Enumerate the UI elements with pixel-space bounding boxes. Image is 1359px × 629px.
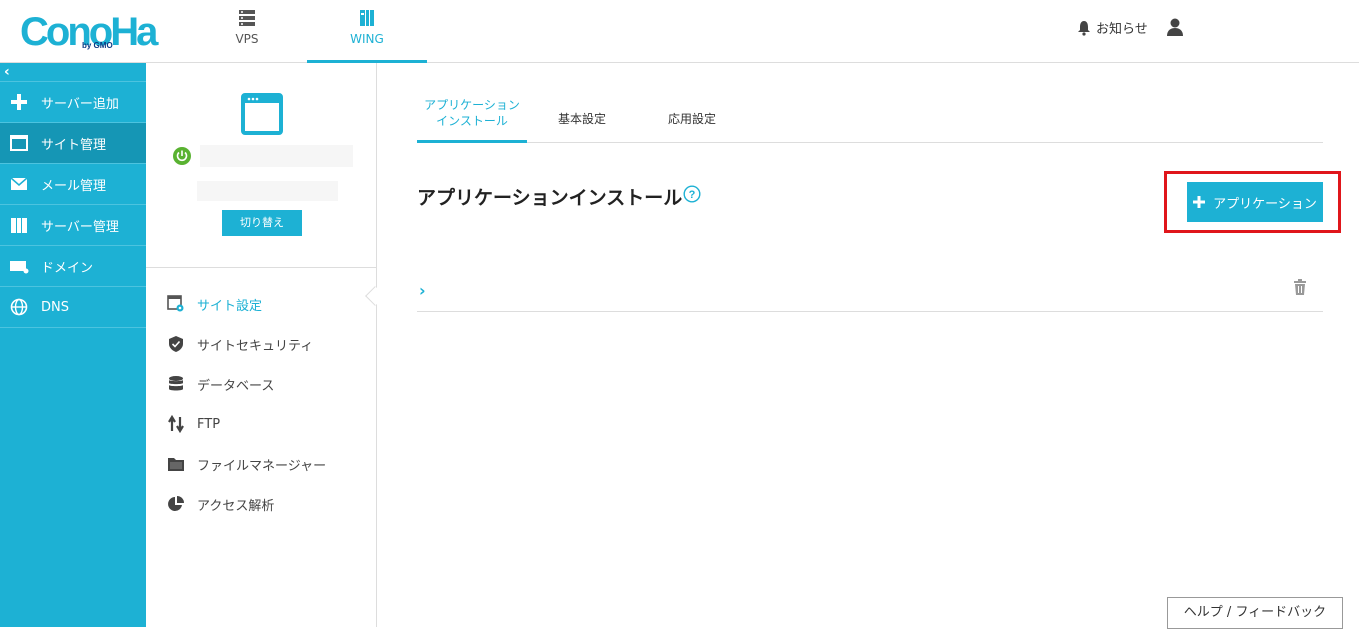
notice-link[interactable]: お知らせ (1076, 18, 1148, 37)
nav-item-site-management[interactable]: サイト管理 (0, 123, 146, 164)
nav-item-domain[interactable]: ドメイン (0, 246, 146, 287)
notice-label: お知らせ (1096, 22, 1148, 37)
wing-icon (360, 10, 374, 26)
tab-label-line1: アプリケーション (424, 98, 520, 112)
help-icon[interactable]: ? (683, 185, 701, 203)
subnav-label: サイト設定 (197, 298, 263, 314)
site-name-field (200, 145, 353, 167)
nav-item-mail-management[interactable]: メール管理 (0, 164, 146, 205)
tab-label-line2: インストール (436, 114, 508, 128)
subnav-label: サイトセキュリティ (197, 338, 314, 354)
database-icon (169, 376, 183, 391)
nav-item-server-management[interactable]: サーバー管理 (0, 205, 146, 246)
site-domain-field (197, 181, 338, 201)
subnav-access-analytics[interactable]: アクセス解析 (146, 484, 376, 524)
pie-chart-icon (168, 496, 184, 511)
tab-label-line1: 基本設定 (557, 112, 606, 126)
tab-basic-settings[interactable]: 基本設定 (537, 91, 627, 143)
subnav-site-security[interactable]: サイトセキュリティ (146, 324, 376, 364)
site-column: 切り替え サイト設定 サイトセキュリティ データベース FTP ファイルマネージ… (146, 63, 385, 627)
plus-icon (11, 94, 27, 110)
content-tabs: アプリケーション インストール 基本設定 応用設定 (417, 91, 1323, 143)
nav-item-add-server[interactable]: サーバー追加 (0, 82, 146, 123)
window-icon (10, 135, 28, 151)
site-settings-icon (167, 295, 184, 312)
switch-site-button[interactable]: 切り替え (222, 210, 302, 236)
subnav-label: アクセス解析 (197, 498, 275, 514)
nav-item-label: メール管理 (41, 178, 107, 194)
plus-icon (1193, 196, 1206, 208)
subnav-label: データベース (197, 378, 275, 394)
subnav-database[interactable]: データベース (146, 364, 376, 404)
header-tab-wing[interactable]: WING (307, 0, 427, 63)
folder-icon (168, 458, 184, 471)
svg-text:?: ? (689, 189, 696, 201)
subnav-label: FTP (197, 416, 221, 432)
domain-icon (10, 261, 29, 274)
server-icon (239, 10, 255, 26)
logo-sub: by GMO (82, 41, 113, 50)
application-row: › (417, 271, 1323, 312)
header-tab-label: VPS (235, 32, 259, 46)
nav-item-dns[interactable]: DNS (0, 287, 146, 328)
site-summary: 切り替え (146, 63, 376, 268)
collapse-nav-button[interactable]: ‹ (0, 63, 146, 82)
tab-advanced-settings[interactable]: 応用設定 (647, 91, 737, 143)
header-tab-vps[interactable]: VPS (187, 0, 307, 63)
mail-icon (10, 177, 28, 190)
subnav-site-settings[interactable]: サイト設定 (146, 284, 376, 324)
subnav-file-manager[interactable]: ファイルマネージャー (146, 444, 376, 484)
top-header: ConoHa by GMO VPS WING お知らせ (0, 0, 1359, 63)
left-nav: ‹ サーバー追加 サイト管理 メール管理 サーバー管理 ドメイン DNS (0, 63, 146, 627)
nav-item-label: DNS (41, 299, 69, 315)
nav-item-label: サーバー追加 (41, 96, 119, 112)
server-manage-icon (11, 218, 27, 233)
main-content: アプリケーション インストール 基本設定 応用設定 アプリケーションインストール… (377, 63, 1359, 629)
nav-item-label: サイト管理 (41, 137, 107, 153)
add-application-label: アプリケーション (1213, 195, 1317, 211)
ftp-icon (168, 415, 184, 433)
globe-icon (10, 298, 28, 316)
nav-item-label: サーバー管理 (41, 219, 119, 235)
shield-icon (169, 336, 183, 352)
nav-item-label: ドメイン (41, 260, 94, 276)
add-application-button[interactable]: アプリケーション (1187, 182, 1323, 222)
expand-chevron-icon[interactable]: › (419, 281, 426, 300)
trash-icon[interactable] (1293, 279, 1307, 295)
power-status-icon (173, 147, 191, 165)
site-subnav: サイト設定 サイトセキュリティ データベース FTP ファイルマネージャー アク… (146, 268, 376, 524)
subnav-ftp[interactable]: FTP (146, 404, 376, 444)
user-icon[interactable] (1165, 17, 1185, 37)
header-tab-label: WING (350, 32, 384, 46)
site-window-icon (241, 93, 283, 135)
conoha-logo[interactable]: ConoHa by GMO (20, 8, 158, 56)
page-title: アプリケーションインストール (417, 187, 683, 209)
subnav-label: ファイルマネージャー (197, 458, 327, 474)
tab-app-install[interactable]: アプリケーション インストール (417, 91, 527, 143)
tab-label-line1: 応用設定 (667, 112, 716, 126)
bell-icon (1078, 20, 1090, 36)
help-feedback-button[interactable]: ヘルプ / フィードバック (1167, 597, 1343, 629)
